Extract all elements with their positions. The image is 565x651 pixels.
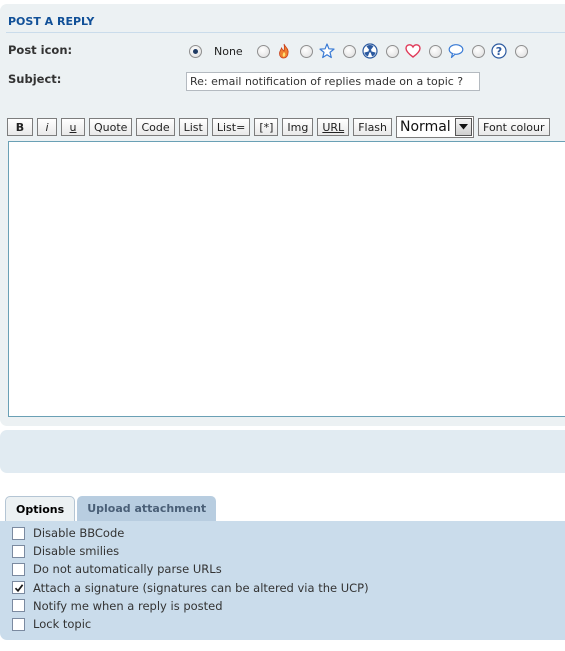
svg-text:?: ? (496, 45, 502, 58)
font-size-value: Normal (400, 119, 451, 135)
code-button[interactable]: Code (136, 118, 175, 136)
post-icon-fire-option[interactable] (256, 43, 292, 59)
post-icon-question-radio[interactable] (471, 44, 485, 58)
option-label: Disable BBCode (33, 526, 125, 541)
tab-upload-attachment[interactable]: Upload attachment (77, 496, 217, 521)
radioactive-icon (362, 43, 378, 59)
ordered-list-button[interactable]: List= (211, 118, 251, 136)
option-attach-signature[interactable]: Attach a signature (signatures can be al… (12, 579, 369, 597)
option-lock-topic[interactable]: Lock topic (12, 615, 369, 633)
option-label: Lock topic (33, 617, 92, 632)
list-item-button[interactable]: [*] (254, 118, 279, 136)
subject-label: Subject: (8, 72, 62, 86)
star-icon (319, 43, 335, 59)
form-submit-panel (0, 430, 565, 473)
notify-reply-checkbox[interactable] (12, 599, 25, 613)
lock-topic-checkbox[interactable] (12, 617, 25, 631)
option-disable-bbcode[interactable]: Disable BBCode (12, 524, 369, 542)
post-icon-star-option[interactable] (299, 43, 335, 59)
post-icon-options: None ? (189, 40, 528, 62)
post-icon-extra-radio[interactable] (514, 44, 528, 58)
image-button[interactable]: Img (282, 118, 314, 136)
attach-signature-checkbox[interactable] (12, 581, 25, 595)
tab-options[interactable]: Options (5, 496, 76, 521)
options-list: Disable BBCode Disable smilies Do not au… (12, 524, 369, 633)
option-label: Do not automatically parse URLs (33, 562, 222, 577)
speech-bubble-icon (448, 44, 464, 59)
fire-icon (278, 43, 289, 59)
option-label: Attach a signature (signatures can be al… (33, 580, 369, 595)
option-label: Disable smilies (33, 544, 120, 559)
quote-button[interactable]: Quote (89, 118, 133, 136)
post-icon-star-radio[interactable] (299, 44, 313, 58)
post-icon-radioactive-option[interactable] (342, 43, 378, 59)
post-icon-label: Post icon: (8, 43, 73, 57)
checkmark-icon (14, 583, 23, 592)
post-icon-question-option[interactable]: ? (471, 43, 507, 59)
options-tabs: Options Upload attachment (5, 496, 218, 521)
post-icon-radioactive-radio[interactable] (342, 44, 356, 58)
underline-button[interactable]: u (61, 118, 85, 136)
message-textarea[interactable] (8, 141, 565, 417)
option-label: Notify me when a reply is posted (33, 598, 223, 613)
font-size-select[interactable]: Normal (396, 116, 475, 138)
post-reply-heading: POST A REPLY (8, 15, 95, 28)
post-icon-speech-radio[interactable] (428, 44, 442, 58)
list-button[interactable]: List (178, 118, 208, 136)
heading-divider (6, 32, 565, 33)
chevron-down-icon (455, 118, 473, 136)
post-icon-heart-radio[interactable] (385, 44, 399, 58)
url-button[interactable]: URL (317, 118, 350, 136)
font-colour-button[interactable]: Font colour (478, 118, 550, 136)
post-icon-none-label: None (214, 44, 243, 58)
bold-button[interactable]: B (7, 118, 33, 136)
subject-input[interactable] (186, 72, 480, 91)
option-notify-reply[interactable]: Notify me when a reply is posted (12, 597, 369, 615)
disable-magic-url-checkbox[interactable] (12, 562, 25, 576)
post-icon-none-radio[interactable] (189, 44, 202, 58)
bbcode-toolbar: B i u Quote Code List List= [*] Img URL … (7, 116, 554, 138)
flash-button[interactable]: Flash (353, 118, 393, 136)
option-disable-magic-url[interactable]: Do not automatically parse URLs (12, 560, 369, 578)
option-disable-smilies[interactable]: Disable smilies (12, 542, 369, 560)
italic-button[interactable]: i (37, 118, 57, 136)
disable-bbcode-checkbox[interactable] (12, 526, 25, 540)
post-icon-heart-option[interactable] (385, 43, 421, 59)
question-icon: ? (491, 43, 507, 59)
disable-smilies-checkbox[interactable] (12, 544, 25, 558)
post-icon-speech-option[interactable] (428, 43, 464, 59)
heart-icon (405, 44, 421, 58)
post-icon-fire-radio[interactable] (256, 44, 270, 58)
